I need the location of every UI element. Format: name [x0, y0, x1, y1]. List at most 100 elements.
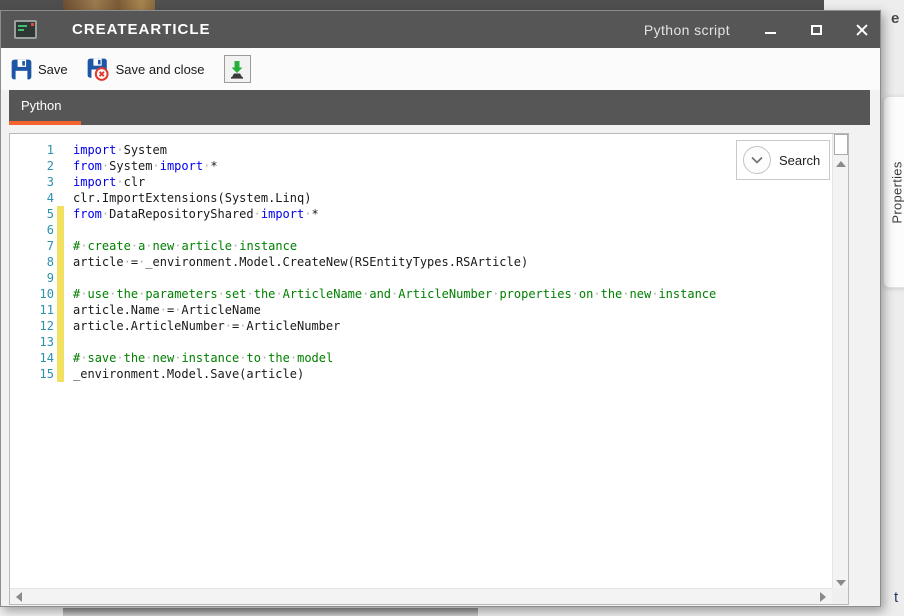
code-lines[interactable]: 1 import·System 2 from·System·import·* 3 impo…	[10, 134, 832, 588]
scroll-left-icon[interactable]	[16, 592, 22, 602]
background-bottom-left	[0, 607, 63, 616]
toolbar: Save Save and close	[1, 48, 880, 90]
import-script-button[interactable]	[224, 55, 251, 83]
scrollbar-split-grip[interactable]	[834, 134, 848, 155]
code-text: #·save·the·new·instance·to·the·model	[64, 350, 333, 366]
line-number: 10	[10, 286, 54, 302]
scrollbar-corner	[832, 588, 848, 604]
change-tracking-bar	[57, 174, 64, 190]
code-text: import·System	[64, 142, 167, 158]
code-line: 7 #·create·a·new·article·instance	[10, 238, 832, 254]
window-type-label: Python script	[644, 22, 730, 38]
window-controls	[760, 18, 872, 42]
search-options-button[interactable]	[743, 146, 771, 174]
line-number: 6	[10, 222, 54, 238]
minimize-button[interactable]	[760, 18, 780, 42]
code-line: 15 _environment.Model.Save(article)	[10, 366, 832, 382]
line-number: 5	[10, 206, 54, 222]
line-number: 2	[10, 158, 54, 174]
code-text	[64, 270, 73, 286]
change-tracking-bar	[57, 238, 64, 254]
line-number: 3	[10, 174, 54, 190]
code-line: 14 #·save·the·new·instance·to·the·model	[10, 350, 832, 366]
code-line: 12 article.ArticleNumber·=·ArticleNumber	[10, 318, 832, 334]
window-title: CREATEARTICLE	[72, 21, 211, 38]
code-line: 13	[10, 334, 832, 350]
change-tracking-bar	[57, 222, 64, 238]
code-line: 6	[10, 222, 832, 238]
line-number: 14	[10, 350, 54, 366]
scroll-down-icon[interactable]	[836, 580, 846, 586]
tab-python[interactable]: Python	[9, 90, 81, 125]
save-floppy-icon	[11, 59, 32, 80]
search-input[interactable]: Search	[779, 153, 820, 168]
code-text: from·DataRepositoryShared·import·*	[64, 206, 319, 222]
code-text: _environment.Model.Save(article)	[64, 366, 304, 382]
close-icon	[856, 24, 868, 36]
code-line: 3 import·clr	[10, 174, 832, 190]
change-tracking-bar	[57, 254, 64, 270]
change-tracking-bar	[57, 190, 64, 206]
code-line: 10 #·use·the·parameters·set·the·ArticleNa…	[10, 286, 832, 302]
change-tracking-bar	[57, 334, 64, 350]
change-tracking-bar	[57, 366, 64, 382]
line-number: 15	[10, 366, 54, 382]
line-number: 11	[10, 302, 54, 318]
save-and-close-label: Save and close	[116, 62, 205, 77]
change-tracking-bar	[57, 270, 64, 286]
import-download-icon	[228, 60, 246, 79]
python-script-dialog: CREATEARTICLE Python script Save	[0, 10, 881, 607]
close-button[interactable]	[852, 18, 872, 42]
background-bottom-bar	[63, 608, 478, 616]
editor-tab-bar: Python	[9, 90, 870, 125]
code-line: 1 import·System	[10, 142, 832, 158]
background-photo-fragment	[63, 0, 155, 10]
change-tracking-bar	[57, 302, 64, 318]
line-number: 4	[10, 190, 54, 206]
code-text: article.Name·=·ArticleName	[64, 302, 261, 318]
line-number: 13	[10, 334, 54, 350]
code-line: 2 from·System·import·*	[10, 158, 832, 174]
code-line: 9	[10, 270, 832, 286]
save-and-close-button[interactable]: Save and close	[87, 58, 205, 81]
code-text: import·clr	[64, 174, 145, 190]
python-code-editor: 1 import·System 2 from·System·import·* 3 impo…	[9, 133, 849, 605]
maximize-icon	[811, 25, 822, 35]
properties-side-tab-label: Properties	[890, 161, 904, 223]
code-text	[64, 334, 73, 350]
code-text: article.ArticleNumber·=·ArticleNumber	[64, 318, 340, 334]
minimize-icon	[765, 32, 776, 34]
code-text: #·create·a·new·article·instance	[64, 238, 297, 254]
code-line: 4 clr.ImportExtensions(System.Linq)	[10, 190, 832, 206]
vertical-scrollbar[interactable]	[832, 134, 848, 588]
code-text: article·=·_environment.Model.CreateNew(R…	[64, 254, 528, 270]
scroll-up-icon[interactable]	[836, 161, 846, 167]
tab-python-label: Python	[21, 98, 61, 113]
horizontal-scrollbar[interactable]	[10, 588, 832, 604]
line-number: 8	[10, 254, 54, 270]
line-number: 7	[10, 238, 54, 254]
code-line: 11 article.Name·=·ArticleName	[10, 302, 832, 318]
save-label: Save	[38, 62, 68, 77]
line-number: 12	[10, 318, 54, 334]
maximize-button[interactable]	[806, 18, 826, 42]
code-line: 5 from·DataRepositoryShared·import·*	[10, 206, 832, 222]
chevron-down-icon	[751, 156, 763, 164]
code-text: clr.ImportExtensions(System.Linq)	[64, 190, 311, 206]
code-text: from·System·import·*	[64, 158, 218, 174]
title-bar[interactable]: CREATEARTICLE Python script	[1, 11, 880, 48]
change-tracking-bar	[57, 142, 64, 158]
code-line: 8 article·=·_environment.Model.CreateNew(…	[10, 254, 832, 270]
scroll-right-icon[interactable]	[820, 592, 826, 602]
save-button[interactable]: Save	[11, 59, 68, 80]
change-tracking-bar	[57, 318, 64, 334]
search-panel[interactable]: Search	[736, 140, 830, 180]
background-text-fragment-bottom: t	[894, 589, 898, 606]
properties-side-tab[interactable]: Properties	[883, 96, 904, 288]
screenshot-root: e t Properties CREATEARTICLE Python scri…	[0, 0, 904, 616]
change-tracking-bar	[57, 206, 64, 222]
line-number: 1	[10, 142, 54, 158]
code-text	[64, 222, 73, 238]
change-tracking-bar	[57, 286, 64, 302]
code-text: #·use·the·parameters·set·the·ArticleName…	[64, 286, 716, 302]
